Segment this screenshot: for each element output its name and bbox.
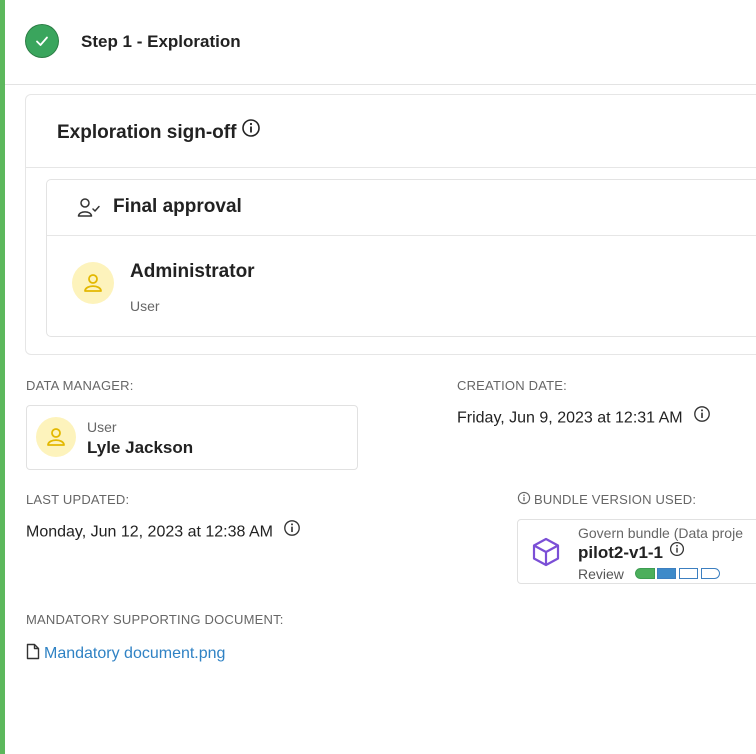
avatar — [36, 417, 76, 457]
progress-segment-1 — [635, 568, 655, 579]
signoff-header: Exploration sign-off — [26, 95, 756, 168]
signoff-title-text: Exploration sign-off — [57, 122, 237, 144]
info-icon[interactable] — [693, 405, 711, 428]
document-filename[interactable]: Mandatory document.png — [44, 645, 225, 662]
approval-card: Final approval Administrator User — [46, 179, 756, 337]
document-link[interactable]: Mandatory document.png — [26, 644, 225, 663]
bundle-card[interactable]: Govern bundle (Data proje pilot2-v1-1 Re… — [517, 519, 756, 584]
step-title: Step 1 - Exploration — [81, 32, 241, 51]
bundle-version-label-text: BUNDLE VERSION USED: — [534, 492, 697, 507]
bundle-type: Govern bundle (Data proje — [578, 525, 743, 541]
last-updated-value: Monday, Jun 12, 2023 at 12:38 AM — [26, 519, 301, 544]
file-icon — [26, 644, 40, 660]
info-icon[interactable] — [669, 541, 685, 562]
step-header[interactable]: Step 1 - Exploration — [5, 0, 756, 85]
avatar — [72, 262, 114, 304]
bundle-name: pilot2-v1-1 — [578, 541, 685, 564]
creation-date-text: Friday, Jun 9, 2023 at 12:31 AM — [457, 409, 683, 427]
approval-header: Final approval — [47, 180, 756, 236]
data-manager-card[interactable]: User Lyle Jackson — [26, 405, 358, 470]
user-check-icon — [77, 197, 101, 224]
approval-title: Final approval — [113, 196, 242, 217]
user-icon — [47, 428, 65, 446]
creation-date-value: Friday, Jun 9, 2023 at 12:31 AM — [457, 405, 711, 430]
bundle-status: Review — [578, 566, 624, 582]
signoff-title: Exploration sign-off — [57, 118, 261, 146]
step-status-bar — [0, 0, 5, 754]
check-icon — [26, 25, 58, 57]
signoff-card: Exploration sign-off Final approval Admi… — [25, 94, 756, 355]
info-icon[interactable] — [283, 519, 301, 542]
document-label: MANDATORY SUPPORTING DOCUMENT: — [26, 612, 284, 627]
user-icon — [84, 274, 102, 292]
info-icon[interactable] — [241, 118, 261, 144]
data-manager-label: DATA MANAGER: — [26, 378, 134, 393]
info-icon[interactable] — [517, 491, 531, 508]
creation-date-label: CREATION DATE: — [457, 378, 567, 393]
data-manager-role: User — [87, 419, 117, 435]
last-updated-label: LAST UPDATED: — [26, 492, 130, 507]
cube-icon — [530, 536, 562, 573]
progress-segment-4 — [701, 568, 720, 579]
approver-role: User — [130, 298, 160, 314]
progress-segment-2 — [657, 568, 676, 579]
approver-name: Administrator — [130, 261, 255, 282]
progress-segment-3 — [679, 568, 698, 579]
bundle-name-text: pilot2-v1-1 — [578, 543, 664, 562]
data-manager-name: Lyle Jackson — [87, 438, 194, 457]
bundle-version-label: BUNDLE VERSION USED: — [517, 491, 697, 509]
last-updated-text: Monday, Jun 12, 2023 at 12:38 AM — [26, 523, 273, 541]
